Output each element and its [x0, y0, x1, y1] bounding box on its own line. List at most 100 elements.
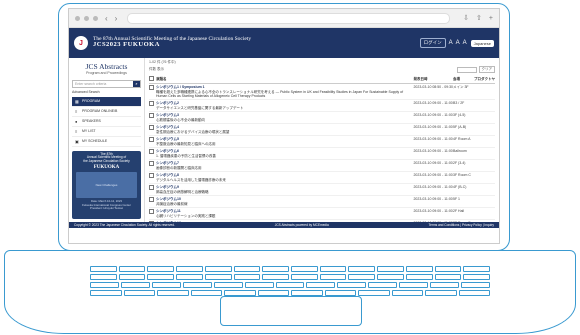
- table-row[interactable]: シンポジウム9 肺高血圧症の病態解明と治療戦略 2023-03-10 09:00 -…: [149, 183, 495, 197]
- sidebar-item-program-online[interactable]: ≡ PROGRAM ONLINE/B: [72, 107, 141, 117]
- jcs-logo[interactable]: J: [74, 36, 88, 50]
- download-icon[interactable]: ⇩: [463, 14, 469, 22]
- session-date: 2023-03-10 09:00 - 11:00: [413, 147, 453, 161]
- row-checkbox[interactable]: [149, 99, 156, 113]
- table-row[interactable]: シンポジウム12循環器疾患における遺伝子解析の臨床応用2023-03-10 09…: [149, 219, 495, 222]
- col-header-date[interactable]: 発表日時: [413, 75, 453, 84]
- table-row[interactable]: シンポジウム6 1. 循環器疾患の予防と生活習慣の改善 2023-03-10 09:…: [149, 147, 495, 161]
- sidebar-item-program[interactable]: ▦ PROGRAM: [72, 96, 141, 107]
- row-checkbox[interactable]: [149, 83, 156, 101]
- search-button[interactable]: ⌕: [133, 80, 140, 87]
- session-date: 2023-03-10 09:00 - 11:00: [413, 159, 453, 173]
- session-room: メイン 3F: [453, 83, 474, 101]
- banner-image: New Challenges: [76, 172, 137, 199]
- session-product: [474, 207, 495, 221]
- session-product: [474, 135, 495, 149]
- share-icon[interactable]: ⇧: [476, 14, 482, 22]
- row-checkbox[interactable]: [149, 183, 156, 197]
- table-row[interactable]: シンポジウム7 画像診断の新展開と臨床応用 2023-03-10 09:00 - 1…: [149, 159, 495, 173]
- col-header-title[interactable]: 演題名: [156, 75, 414, 84]
- table-row[interactable]: シンポジウム1 / Symposium 1 職種を超えた多職種連携による心不全のト…: [149, 83, 495, 101]
- sidebar-item-my-list[interactable]: ≡ MY LIST: [72, 127, 141, 137]
- session-date: 2023-03-10 09:00 - 11:00: [413, 123, 453, 137]
- clear-button[interactable]: クリア: [478, 66, 495, 73]
- banner-title: FUKUOKA: [93, 165, 120, 171]
- new-tab-icon[interactable]: +: [489, 15, 493, 22]
- sidebar-item-my-schedule[interactable]: ▣ MY SCHEDULE: [72, 137, 141, 147]
- select-all-checkbox[interactable]: [149, 75, 156, 84]
- powered-by-text: JCS Abstracts powered by MCEmedia: [274, 223, 329, 227]
- session-date: 2023-03-10 09:00 - 11:00: [413, 135, 453, 149]
- site-footer: Copyright © 2023 The Japanese Circulatio…: [69, 222, 499, 228]
- session-room: 5F 1: [453, 195, 474, 209]
- session-date: 2023-03-10 09:00 - 11:00: [413, 195, 453, 209]
- person-icon: ●: [75, 118, 78, 124]
- forward-arrow-icon[interactable]: ›: [115, 14, 118, 23]
- session-subtitle: 弁膜症治療の最前線: [156, 202, 188, 207]
- session-date: 2023-03-10 09:00 - 11:00: [413, 99, 453, 113]
- trackpad: [220, 296, 362, 326]
- table-row[interactable]: シンポジウム8 デジタルヘルスを活用した循環器診療の未来 2023-03-10 09…: [149, 171, 495, 185]
- keyboard: [90, 266, 491, 296]
- session-product: [474, 171, 495, 185]
- session-date: 2023-03-10 09:00 - 11:00: [413, 219, 453, 222]
- table-row[interactable]: シンポジウム10 弁膜症治療の最前線 2023-03-10 09:00 - 11:0…: [149, 195, 495, 209]
- advanced-search-link[interactable]: Advanced Search: [72, 90, 141, 94]
- grid-icon: ▦: [75, 98, 79, 104]
- session-product: [474, 83, 495, 101]
- row-checkbox[interactable]: [149, 171, 156, 185]
- session-subtitle: 職種を超えた多職種連携による心不全のトランスレーショナル研究を考える — Pub…: [156, 90, 404, 99]
- filter-input[interactable]: [456, 66, 477, 73]
- session-date: 2023-03-10 09:00 - 11:00: [413, 183, 453, 197]
- back-arrow-icon[interactable]: ‹: [105, 14, 108, 23]
- col-header-product[interactable]: プロダクトヤ: [474, 75, 495, 84]
- search-input[interactable]: Enter search criteria: [73, 81, 133, 87]
- footer-links[interactable]: Terms and Conditions | Privacy Policy | …: [429, 223, 494, 227]
- table-row[interactable]: シンポジウム5 不整脈治療の最新知見と臨床への応用 2023-03-10 09:00…: [149, 135, 495, 149]
- window-maximize-dot[interactable]: [93, 15, 98, 21]
- list-toolbar: 件数 表示 クリア: [149, 66, 495, 73]
- sidebar-subtitle: Program and Proceedings: [86, 70, 127, 75]
- row-checkbox[interactable]: [149, 207, 156, 221]
- sessions-table: 演題名 発表日時 会場 プロダクトヤ シンポジウム1 / Symposium 1…: [149, 75, 495, 222]
- session-room: 2F Hall: [453, 207, 474, 221]
- calendar-icon: ▣: [75, 138, 79, 144]
- session-date: 2023-03-10 09:00 - 11:00: [413, 171, 453, 185]
- session-subtitle: 急性期治療におけるデバイス治療の現状と展望: [156, 130, 230, 135]
- session-room: 3F Room C: [453, 171, 474, 185]
- col-header-room[interactable]: 会場: [453, 75, 474, 84]
- session-subtitle: 1. 循環器疾患の予防と生活習慣の改善: [156, 154, 216, 159]
- row-checkbox[interactable]: [149, 135, 156, 149]
- laptop-screen: ‹ › ⇩ ⇧ + J The 87th Annual Scientific M…: [68, 8, 500, 244]
- window-close-dot[interactable]: [75, 15, 80, 21]
- table-row[interactable]: シンポジウム4 急性期治療におけるデバイス治療の現状と展望 2023-03-10 0…: [149, 123, 495, 137]
- row-checkbox[interactable]: [149, 219, 156, 222]
- session-product: [474, 111, 495, 125]
- session-subtitle: デジタルヘルスを活用した循環器診療の未来: [156, 178, 226, 183]
- session-subtitle: 心臓リハビリテーションの実践と課題: [156, 214, 216, 219]
- result-count: 1-02 件 (76 件中): [149, 60, 176, 64]
- session-product: [474, 219, 495, 222]
- language-select[interactable]: Japanese: [470, 39, 494, 47]
- session-subtitle: 心筋梗塞後の心不全の最新動向: [156, 118, 205, 123]
- login-button[interactable]: ログイン: [419, 38, 446, 48]
- window-minimize-dot[interactable]: [84, 15, 89, 21]
- row-checkbox[interactable]: [149, 123, 156, 137]
- row-checkbox[interactable]: [149, 195, 156, 209]
- table-row[interactable]: シンポジウム2 データサイエンスと研究基盤に関する最新アップデート 2023-03-…: [149, 99, 495, 113]
- row-checkbox[interactable]: [149, 159, 156, 173]
- row-checkbox[interactable]: [149, 147, 156, 161]
- session-title[interactable]: シンポジウム12: [156, 221, 413, 222]
- copyright-text: Copyright © 2023 The Japanese Circulatio…: [74, 223, 175, 227]
- address-bar[interactable]: [127, 12, 451, 24]
- session-date: 2023-03-10 09:00 - 11:00: [413, 111, 453, 125]
- row-checkbox[interactable]: [149, 111, 156, 125]
- search-box: Enter search criteria ⌕: [72, 79, 141, 88]
- font-size-control[interactable]: A A A: [449, 40, 468, 46]
- search-icon: ⌕: [135, 80, 138, 86]
- table-row[interactable]: シンポジウム3 心筋梗塞後の心不全の最新動向 2023-03-10 09:00 - …: [149, 111, 495, 125]
- display-count-label: 件数 表示: [149, 67, 164, 71]
- table-row[interactable]: シンポジウム11 心臓リハビリテーションの実践と課題 2023-03-10 09:0…: [149, 207, 495, 221]
- sidebar-item-speakers[interactable]: ● SPEAKERS: [72, 117, 141, 127]
- meeting-banner[interactable]: The 87th Annual Scientific Meeting of th…: [72, 150, 141, 219]
